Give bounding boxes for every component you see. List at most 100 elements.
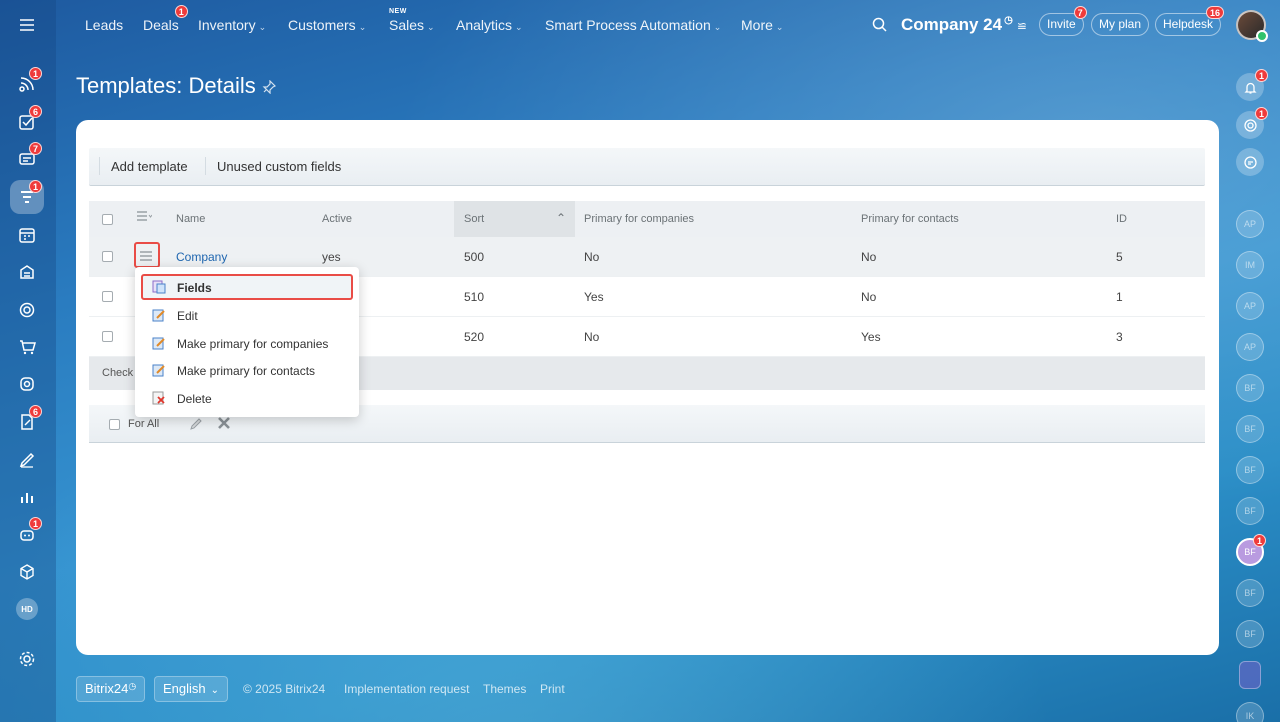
docs-icon[interactable]: 6 — [10, 405, 44, 439]
nav-analytics-label: Analytics — [456, 17, 513, 33]
column-name[interactable]: Name — [176, 213, 205, 225]
for-all-label: For All — [128, 418, 160, 430]
language-select[interactable]: English ⌄ — [154, 676, 229, 702]
company-label: Company 24 — [901, 15, 1003, 34]
delete-x-icon[interactable] — [217, 416, 231, 433]
chevron-down-icon: ⌄ — [427, 22, 435, 32]
calendar-icon[interactable] — [10, 218, 44, 252]
column-sort[interactable]: Sort — [464, 213, 484, 225]
chevron-down-icon: ⌄ — [515, 22, 523, 32]
contact-avatar[interactable]: BF — [1236, 579, 1264, 607]
my-plan-button[interactable]: My plan — [1091, 13, 1150, 36]
pin-icon[interactable] — [262, 79, 277, 97]
hd-avatar[interactable]: HD — [10, 592, 44, 626]
group-chat-icon[interactable] — [1239, 661, 1261, 689]
robot-icon[interactable]: 1 — [10, 517, 44, 551]
search-icon[interactable] — [872, 17, 887, 35]
edit-icon — [152, 337, 165, 350]
column-active[interactable]: Active — [322, 213, 352, 225]
copyright-text: © 2025 Bitrix24 — [243, 682, 326, 696]
contact-avatar[interactable]: AP — [1236, 292, 1264, 320]
sign-icon[interactable] — [10, 443, 44, 477]
toolbar-divider — [99, 157, 100, 175]
messenger-icon[interactable] — [1236, 148, 1264, 176]
column-id[interactable]: ID — [1116, 213, 1127, 225]
nav-inventory[interactable]: Inventory ⌄ — [198, 17, 266, 33]
tasks-icon[interactable]: 6 — [10, 105, 44, 139]
active-contact-avatar[interactable]: BF 1 — [1236, 534, 1266, 566]
target-icon[interactable] — [10, 293, 44, 327]
template-name-link[interactable]: Company — [176, 250, 227, 264]
support-icon[interactable] — [10, 367, 44, 401]
tasks-badge: 6 — [28, 105, 42, 118]
language-label: English — [163, 681, 206, 696]
cell-sort: 520 — [464, 330, 485, 344]
bell-icon[interactable]: 1 — [1236, 69, 1268, 101]
pulse-badge: 1 — [1254, 107, 1268, 120]
cell-primary-contacts: Yes — [861, 330, 881, 344]
row-menu-button-highlight[interactable] — [134, 242, 160, 268]
contact-avatar[interactable]: BF — [1236, 415, 1264, 443]
nav-analytics[interactable]: Analytics ⌄ — [456, 17, 523, 33]
cell-sort: 500 — [464, 250, 485, 264]
online-status-icon — [1256, 30, 1268, 42]
menu-item-fields[interactable]: Fields — [141, 274, 353, 300]
edit-pencil-icon[interactable] — [188, 416, 204, 435]
contact-avatar[interactable]: BF — [1236, 456, 1264, 484]
menu-item-primary-companies[interactable]: Make primary for companies — [141, 330, 353, 356]
implementation-link[interactable]: Implementation request — [344, 682, 469, 708]
cart-icon[interactable] — [10, 330, 44, 364]
invite-badge: 7 — [1073, 6, 1087, 19]
crm-icon[interactable]: 1 — [10, 180, 44, 214]
user-avatar[interactable] — [1236, 10, 1268, 42]
row-checkbox[interactable] — [102, 331, 113, 342]
box-icon[interactable] — [10, 555, 44, 589]
sort-asc-icon[interactable]: ⌃ — [556, 211, 566, 225]
column-primary-contacts[interactable]: Primary for contacts — [861, 213, 959, 225]
menu-item-primary-contacts[interactable]: Make primary for contacts — [141, 357, 353, 383]
unused-fields-button[interactable]: Unused custom fields — [217, 159, 341, 174]
themes-link[interactable]: Themes — [483, 682, 526, 708]
nav-automation[interactable]: Smart Process Automation ⌄ — [545, 17, 721, 33]
brand-button[interactable]: Bitrix24◷ — [76, 676, 146, 702]
analytics-icon[interactable] — [10, 480, 44, 514]
contact-avatar[interactable]: BF — [1236, 374, 1264, 402]
column-primary-companies[interactable]: Primary for companies — [584, 213, 694, 225]
helpdesk-badge: 16 — [1206, 6, 1225, 19]
settings-icon[interactable] — [10, 642, 44, 676]
invite-button[interactable]: Invite 7 — [1039, 6, 1087, 36]
hamburger-icon[interactable] — [10, 8, 44, 42]
menu-item-edit[interactable]: Edit — [141, 302, 353, 328]
company-name[interactable]: Company 24 ◷ ≌ — [901, 15, 1027, 35]
menu-item-delete[interactable]: Delete — [141, 385, 353, 411]
contact-avatar[interactable]: IK — [1236, 702, 1264, 722]
print-link[interactable]: Print — [540, 682, 565, 708]
contact-avatar[interactable]: AP — [1236, 210, 1264, 238]
contact-avatar[interactable]: BF — [1236, 620, 1264, 648]
contact-avatar[interactable]: BF — [1236, 497, 1264, 525]
select-all-checkbox[interactable] — [102, 214, 113, 225]
nav-sales[interactable]: NEW Sales ⌄ — [389, 8, 435, 33]
row-checkbox[interactable] — [102, 291, 113, 302]
add-template-button[interactable]: Add template — [111, 159, 188, 174]
row-context-menu: Fields Edit Make primary for companies M… — [135, 267, 359, 417]
for-all-checkbox[interactable] — [109, 419, 120, 430]
feed-icon[interactable]: 1 — [10, 67, 44, 101]
pulse-icon[interactable]: 1 — [1236, 107, 1268, 139]
menu-item-label: Edit — [177, 309, 198, 323]
chevron-down-icon: ⌄ — [258, 22, 267, 32]
nav-customers[interactable]: Customers ⌄ — [288, 17, 366, 33]
nav-deals[interactable]: Deals 1 — [143, 5, 188, 33]
row-checkbox[interactable] — [102, 251, 113, 262]
cell-primary-companies: No — [584, 250, 600, 264]
cell-primary-contacts: No — [861, 250, 877, 264]
chat-icon[interactable]: 7 — [10, 142, 44, 176]
drive-icon[interactable] — [10, 255, 44, 289]
contact-avatar[interactable]: AP — [1236, 333, 1264, 361]
nav-leads[interactable]: Leads — [85, 17, 123, 33]
contact-avatar[interactable]: IM — [1236, 251, 1264, 279]
column-settings-icon[interactable] — [136, 210, 153, 225]
nav-more[interactable]: More ⌄ — [741, 17, 783, 33]
cell-sort: 510 — [464, 290, 485, 304]
helpdesk-button[interactable]: Helpdesk 16 — [1155, 6, 1225, 36]
